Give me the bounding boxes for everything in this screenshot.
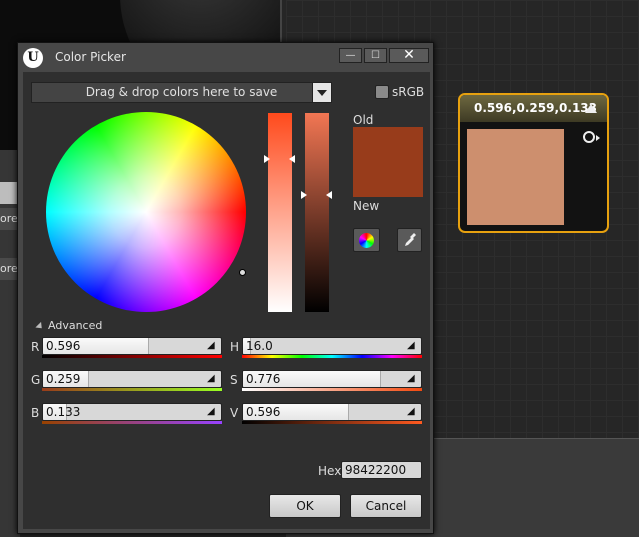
eyedropper-icon bbox=[404, 233, 416, 246]
g-value: 0.259 bbox=[46, 372, 81, 386]
expand-arrow-icon: ◢ bbox=[407, 406, 415, 417]
r-spinbox[interactable]: 0.596 ◢ bbox=[42, 337, 222, 355]
h-label: H bbox=[230, 340, 240, 354]
b-spinbox[interactable]: 0.133 ◢ bbox=[42, 403, 222, 421]
saturation-marker-left-icon[interactable] bbox=[264, 155, 270, 163]
srgb-checkbox[interactable] bbox=[375, 85, 389, 99]
g-gradient-bar bbox=[42, 388, 222, 391]
cancel-button[interactable]: Cancel bbox=[350, 494, 422, 518]
v-value: 0.596 bbox=[246, 405, 281, 419]
new-color-label: New bbox=[353, 199, 380, 213]
expand-arrow-icon: ◢ bbox=[407, 340, 415, 351]
old-color-label: Old bbox=[353, 113, 374, 127]
expand-arrow-icon: ◢ bbox=[207, 406, 215, 417]
s-label: S bbox=[230, 373, 238, 387]
minimize-button[interactable]: — bbox=[339, 48, 362, 63]
color-wheel-icon bbox=[359, 233, 374, 248]
saturation-marker-right-icon[interactable] bbox=[289, 155, 295, 163]
h-gradient-bar bbox=[242, 355, 422, 358]
eyedropper-button[interactable] bbox=[397, 228, 422, 252]
s-spinbox[interactable]: 0.776 ◢ bbox=[242, 370, 422, 388]
b-value: 0.133 bbox=[46, 405, 81, 419]
unreal-logo-icon: U bbox=[23, 48, 43, 68]
close-button[interactable]: ✕ bbox=[389, 48, 429, 63]
h-spinbox[interactable]: 16.0 ◢ bbox=[242, 337, 422, 355]
dialog-content: Drag & drop colors here to save sRGB Old… bbox=[23, 72, 430, 529]
constant-color-node[interactable]: 0.596,0.259,0.133 bbox=[458, 93, 609, 233]
b-gradient-bar bbox=[42, 421, 222, 424]
advanced-label: Advanced bbox=[48, 319, 103, 332]
expand-arrow-icon: ◢ bbox=[207, 340, 215, 351]
maximize-button[interactable]: ☐ bbox=[364, 48, 387, 63]
g-label: G bbox=[31, 373, 41, 387]
title-bar[interactable]: U Color Picker — ☐ ✕ bbox=[18, 43, 433, 72]
dialog-title: Color Picker bbox=[55, 50, 126, 64]
expand-arrow-icon: ◢ bbox=[407, 373, 415, 384]
hex-input[interactable]: 98422200 bbox=[341, 461, 422, 479]
srgb-label: sRGB bbox=[392, 85, 425, 99]
color-wheel-cursor[interactable] bbox=[239, 269, 246, 276]
value-marker-right-icon[interactable] bbox=[326, 191, 332, 199]
color-wheel-mode-button[interactable] bbox=[353, 228, 380, 252]
expand-triangle-icon bbox=[35, 321, 45, 332]
node-title: 0.596,0.259,0.133 bbox=[474, 101, 597, 115]
v-gradient-bar bbox=[242, 421, 422, 424]
saved-colors-drop-area[interactable]: Drag & drop colors here to save bbox=[31, 82, 332, 103]
r-value: 0.596 bbox=[46, 339, 81, 353]
s-gradient-bar bbox=[242, 388, 422, 391]
v-spinbox[interactable]: 0.596 ◢ bbox=[242, 403, 422, 421]
g-spinbox[interactable]: 0.259 ◢ bbox=[42, 370, 222, 388]
output-pin-icon[interactable] bbox=[583, 131, 600, 143]
advanced-toggle[interactable]: Advanced bbox=[35, 319, 103, 332]
saturation-slider[interactable] bbox=[268, 113, 292, 312]
v-label: V bbox=[230, 406, 239, 420]
b-label: B bbox=[31, 406, 40, 420]
s-value: 0.776 bbox=[246, 372, 281, 386]
expand-arrow-icon: ◢ bbox=[207, 373, 215, 384]
h-value: 16.0 bbox=[246, 339, 273, 353]
r-label: R bbox=[31, 340, 40, 354]
value-marker-left-icon[interactable] bbox=[301, 191, 307, 199]
hex-label: Hex bbox=[318, 464, 342, 478]
r-gradient-bar bbox=[42, 355, 222, 358]
chevron-down-icon[interactable] bbox=[312, 82, 332, 103]
collapse-triangle-icon[interactable] bbox=[585, 104, 597, 113]
ok-button[interactable]: OK bbox=[269, 494, 341, 518]
color-picker-dialog: U Color Picker — ☐ ✕ Drag & drop colors … bbox=[17, 42, 434, 534]
old-new-color-swatch bbox=[353, 127, 423, 197]
value-slider[interactable] bbox=[305, 113, 329, 312]
color-wheel[interactable] bbox=[46, 112, 246, 312]
node-color-preview bbox=[467, 129, 564, 225]
node-header[interactable]: 0.596,0.259,0.133 bbox=[460, 95, 607, 122]
